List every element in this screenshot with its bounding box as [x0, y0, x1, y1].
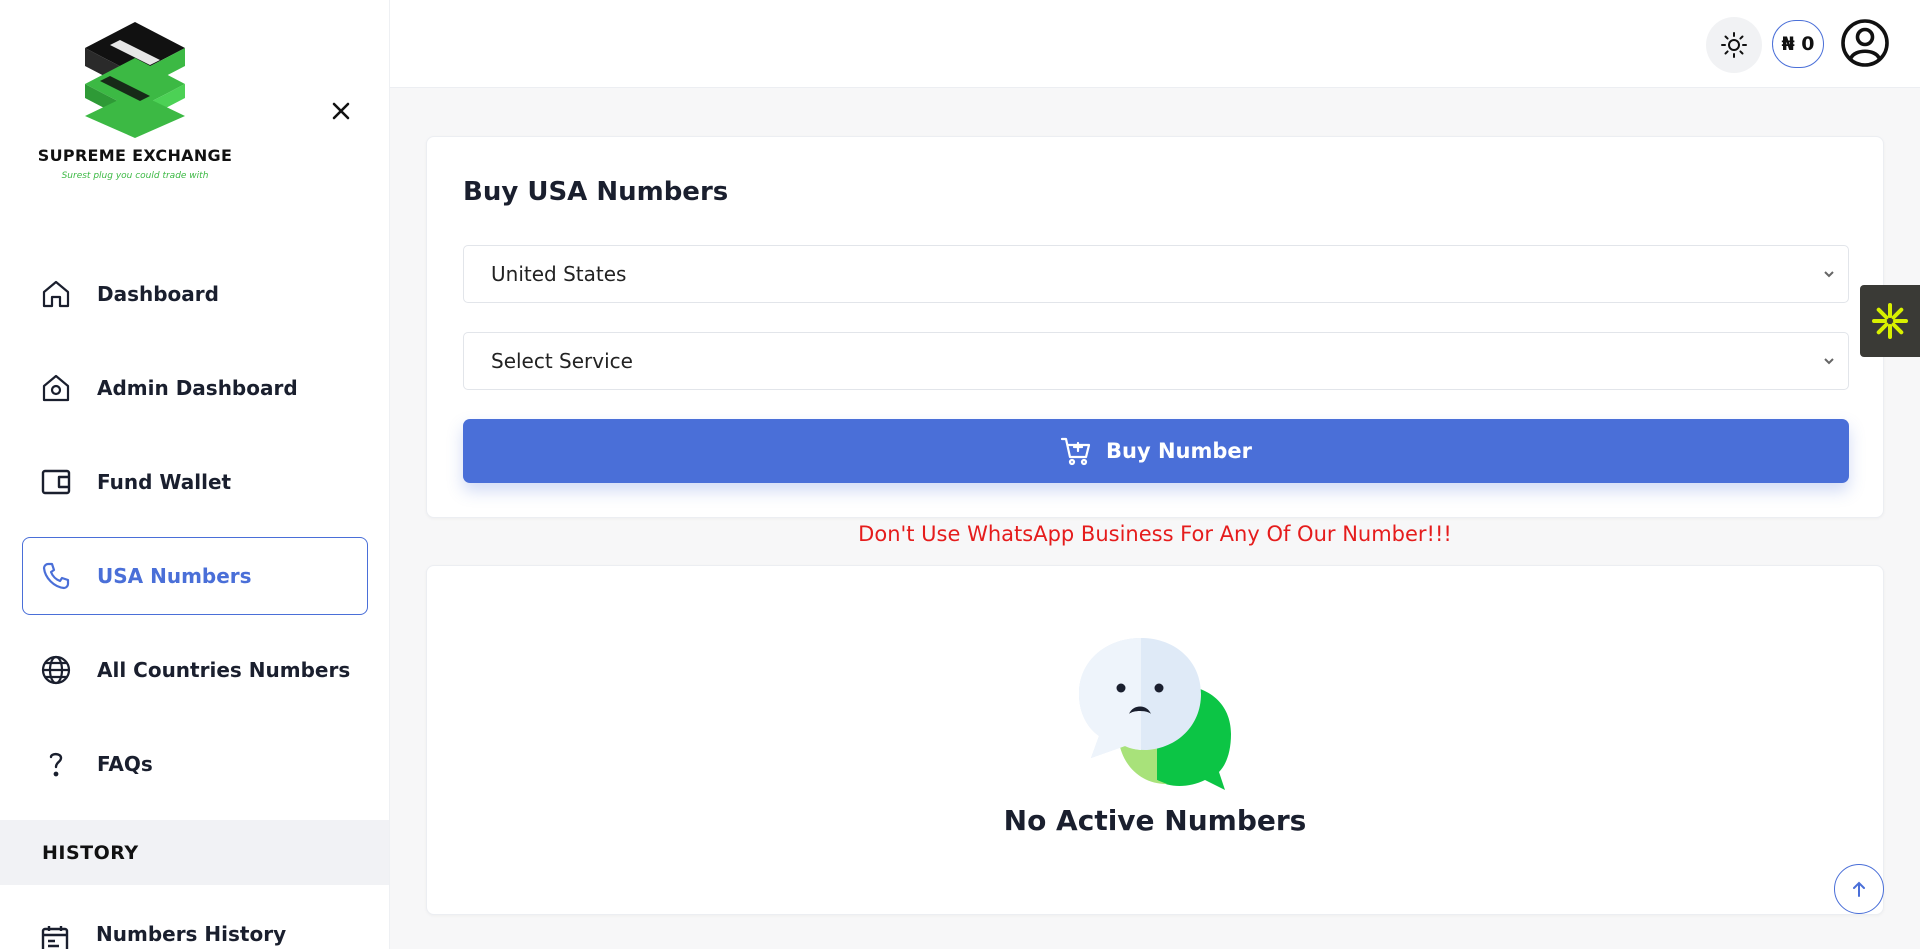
- question-icon: [39, 747, 73, 781]
- service-select-value: Select Service: [491, 349, 633, 373]
- sidebar-item-label: Admin Dashboard: [97, 376, 298, 400]
- admin-home-icon: [39, 371, 73, 405]
- country-select-value: United States: [491, 262, 627, 286]
- user-circle-icon: [1841, 19, 1889, 67]
- close-icon: [332, 102, 350, 120]
- home-icon: [39, 277, 73, 311]
- sidebar-item-fund-wallet[interactable]: Fund Wallet: [22, 443, 368, 521]
- country-select[interactable]: United States: [463, 245, 1849, 303]
- service-select[interactable]: Select Service: [463, 332, 1849, 390]
- sidebar-item-all-countries-numbers[interactable]: All Countries Numbers: [22, 631, 368, 709]
- sidebar-item-faqs[interactable]: FAQs: [22, 725, 368, 803]
- chevron-down-icon: [1824, 271, 1834, 278]
- sun-icon: [1721, 32, 1747, 58]
- scroll-to-top-button[interactable]: [1834, 864, 1884, 914]
- wallet-icon: [39, 465, 73, 499]
- brand-logo[interactable]: SUPREME EXCHANGE Surest plug you could t…: [30, 20, 240, 181]
- whatsapp-warning-text: Don't Use WhatsApp Business For Any Of O…: [858, 522, 1452, 546]
- wallet-balance-badge[interactable]: ₦ 0: [1772, 20, 1824, 68]
- buy-numbers-card: Buy USA Numbers United States Select Ser…: [426, 136, 1884, 518]
- sad-chat-bubble-icon: [1079, 638, 1231, 790]
- chevron-down-icon: [1824, 358, 1834, 365]
- sidebar-item-usa-numbers[interactable]: USA Numbers: [22, 537, 368, 615]
- sidebar-item-label: Dashboard: [97, 282, 219, 306]
- asterisk-icon: [1872, 303, 1908, 339]
- feedback-widget-button[interactable]: [1860, 285, 1920, 357]
- sidebar-item-label: Fund Wallet: [97, 470, 232, 494]
- brand-name: SUPREME EXCHANGE: [37, 146, 233, 165]
- arrow-up-icon: [1853, 881, 1865, 897]
- brand-tagline: Surest plug you could trade with: [61, 171, 209, 181]
- sidebar: SUPREME EXCHANGE Surest plug you could t…: [0, 0, 390, 949]
- sidebar-item-label: FAQs: [97, 752, 153, 776]
- close-sidebar-button[interactable]: [326, 96, 356, 126]
- sidebar-item-label: USA Numbers: [97, 564, 252, 588]
- sidebar-item-dashboard[interactable]: Dashboard: [22, 255, 368, 333]
- sidebar-item-numbers-history[interactable]: Numbers History: [22, 900, 368, 949]
- history-section-header: HISTORY: [0, 820, 389, 885]
- phone-icon: [39, 559, 73, 593]
- empty-state-text: No Active Numbers: [1003, 804, 1307, 837]
- topbar: ₦ 0: [390, 0, 1920, 88]
- sidebar-item-admin-dashboard[interactable]: Admin Dashboard: [22, 349, 368, 427]
- se-logo-icon: [85, 22, 185, 138]
- buy-number-label: Buy Number: [1106, 439, 1252, 463]
- buy-number-button[interactable]: Buy Number: [463, 419, 1849, 483]
- sidebar-item-label: All Countries Numbers: [97, 658, 351, 682]
- cart-plus-icon: [1060, 435, 1092, 467]
- theme-toggle-button[interactable]: [1706, 17, 1762, 73]
- sidebar-nav: Dashboard Admin Dashboard Fund Wallet US…: [22, 255, 368, 819]
- user-menu-button[interactable]: [1838, 16, 1892, 70]
- sidebar-item-label: Numbers History: [96, 922, 287, 946]
- globe-icon: [39, 653, 73, 687]
- calendar-icon: [38, 922, 72, 949]
- page-title: Buy USA Numbers: [463, 177, 729, 207]
- active-numbers-card: No Active Numbers: [426, 565, 1884, 915]
